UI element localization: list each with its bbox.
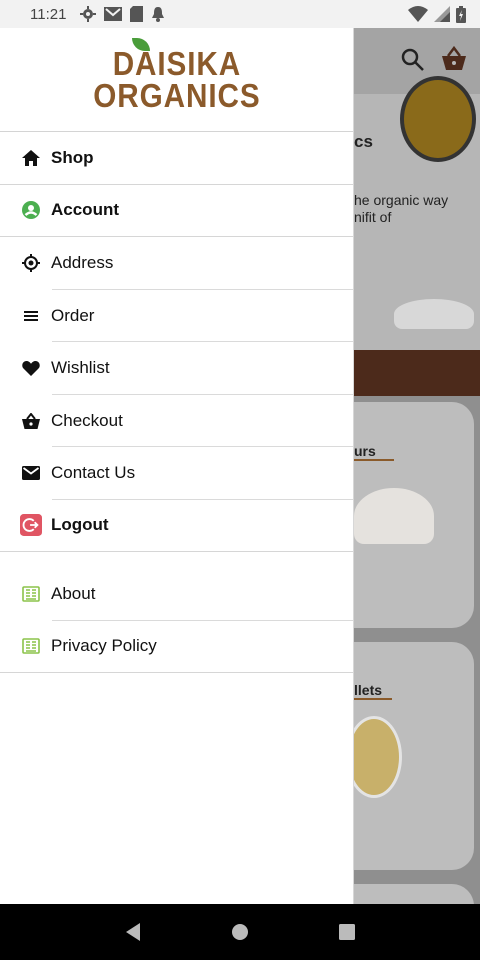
recents-icon[interactable]: [338, 923, 356, 941]
battery-icon: [456, 5, 466, 23]
background-hero: cs he organic way nifit of: [354, 76, 480, 350]
card-title-flours: urs: [354, 443, 376, 459]
menu-label-privacy-policy: Privacy Policy: [51, 636, 157, 656]
menu-label-address: Address: [51, 253, 114, 273]
menu-label-logout: Logout: [51, 515, 109, 535]
menu-item-logout[interactable]: Logout: [0, 500, 353, 552]
menu-item-wishlist[interactable]: Wishlist: [0, 342, 353, 395]
millet-bowl-image: [354, 716, 402, 798]
list-icon: [20, 305, 42, 327]
menu-label-about: About: [51, 584, 96, 604]
background-card-flours: urs: [354, 402, 474, 628]
settings-icon: [80, 6, 97, 22]
background-banner: [354, 350, 480, 396]
drawer-header: DAISIKA ORGANICS: [0, 28, 353, 132]
logo-line2: ORGANICS: [92, 76, 261, 114]
heart-icon: [20, 357, 42, 379]
home-circle-icon[interactable]: [231, 923, 249, 941]
system-navigation-bar: [0, 904, 480, 960]
search-icon: [401, 48, 424, 71]
dal-bowl-image: [400, 76, 476, 162]
menu-label-checkout: Checkout: [51, 410, 123, 430]
card-title-millets: llets: [354, 682, 383, 698]
gmail-icon: [104, 7, 123, 21]
card-title-underline: [354, 698, 392, 700]
background-app-content[interactable]: cs he organic way nifit of urs llets: [354, 28, 480, 904]
background-card-millets: llets: [354, 642, 474, 870]
hero-title-fragment: cs: [354, 132, 373, 151]
signal-icon: [434, 6, 450, 22]
back-icon[interactable]: [124, 922, 142, 942]
hero-text-line1: he organic way: [354, 192, 449, 208]
menu-label-account: Account: [51, 200, 119, 220]
flour-image: [354, 488, 434, 544]
sd-card-icon: [130, 6, 144, 22]
status-bar: 11:21: [0, 0, 480, 28]
location-icon: [20, 252, 42, 274]
brand-logo: DAISIKA ORGANICS: [84, 38, 270, 114]
home-icon: [20, 147, 42, 169]
status-time: 11:21: [30, 5, 67, 23]
menu-item-privacy-policy[interactable]: Privacy Policy: [0, 621, 353, 673]
menu-item-about[interactable]: About: [0, 568, 353, 621]
menu-item-account[interactable]: Account: [0, 185, 353, 237]
menu-item-contact-us[interactable]: Contact Us: [0, 447, 353, 500]
menu-item-address[interactable]: Address: [0, 237, 353, 290]
basket-icon: [20, 410, 42, 432]
menu-label-order: Order: [51, 305, 95, 325]
menu-group-spacer: [0, 552, 353, 568]
menu-item-order[interactable]: Order: [0, 290, 353, 343]
logout-icon: [20, 514, 42, 537]
menu-label-shop: Shop: [51, 147, 94, 167]
menu-label-wishlist: Wishlist: [51, 358, 110, 378]
card-title-underline: [354, 459, 394, 461]
document-icon: [20, 583, 42, 605]
menu-label-contact-us: Contact Us: [51, 463, 136, 483]
hero-text-line2: nifit of: [354, 209, 392, 225]
wifi-icon: [408, 6, 428, 22]
background-card-next: [354, 884, 474, 904]
navigation-drawer: DAISIKA ORGANICS Shop Account Address Or…: [0, 28, 354, 904]
cart-basket-icon: [442, 46, 466, 70]
notification-bell-icon: [152, 7, 165, 22]
flour-pile-image: [394, 299, 474, 329]
mail-icon: [20, 462, 42, 484]
account-icon: [20, 199, 42, 221]
menu-item-checkout[interactable]: Checkout: [0, 395, 353, 448]
menu-item-shop[interactable]: Shop: [0, 132, 353, 185]
document-icon: [20, 635, 42, 657]
logo-line1: DAISIKA: [112, 45, 241, 83]
